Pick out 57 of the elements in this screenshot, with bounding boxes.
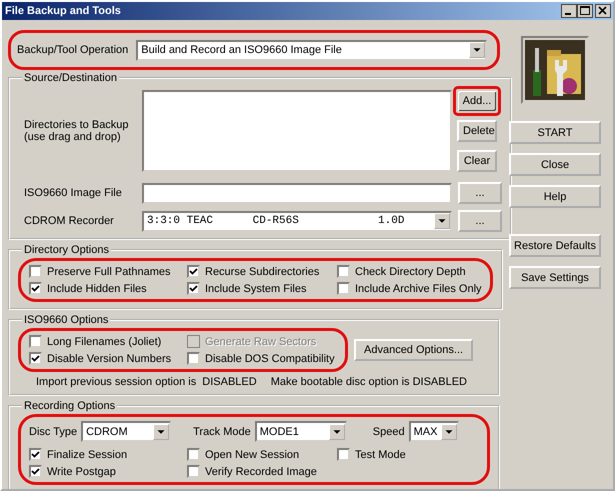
operation-label: Backup/Tool Operation — [17, 44, 128, 56]
field-label: Track Mode — [193, 426, 251, 438]
checkbox-label[interactable]: Test Mode — [355, 448, 406, 460]
checkmark-icon — [31, 284, 40, 293]
dropdown[interactable]: MAX — [408, 421, 459, 442]
advanced-options-button[interactable]: Advanced Options... — [354, 339, 474, 361]
tools-icon — [521, 36, 589, 104]
status-text: Make bootable disc option is DISABLED — [270, 376, 467, 388]
status-text: Import previous session option is DISABLED — [36, 376, 257, 388]
window-title: File Backup and Tools — [5, 5, 121, 17]
maximize-icon[interactable] — [577, 4, 593, 18]
side-button[interactable]: Close — [509, 153, 601, 176]
group-title: Recording Options — [23, 400, 116, 412]
checkbox-label[interactable]: Recurse Subdirectories — [205, 266, 320, 278]
checkbox-label[interactable]: Disable DOS Compatibility — [205, 352, 335, 364]
group-title: ISO9660 Options — [23, 314, 110, 326]
minimize-icon[interactable] — [561, 4, 577, 18]
recorder-dropdown[interactable]: 3:3:0 TEAC CD-R56S 1.0D — [142, 210, 452, 232]
group-title: Directory Options — [23, 244, 110, 256]
side-button[interactable]: Save Settings — [509, 266, 601, 289]
checkmark-icon — [31, 354, 40, 363]
dropdown-arrow-icon[interactable] — [440, 424, 457, 440]
checkbox-label[interactable]: Verify Recorded Image — [205, 466, 317, 478]
dropdown-arrow-icon[interactable] — [153, 424, 170, 440]
dropdown[interactable]: MODE1 — [254, 421, 347, 442]
browse-button[interactable]: ... — [458, 182, 502, 204]
checkbox-label[interactable]: Include System Files — [205, 282, 306, 294]
directories-label: Directories to Backup (use drag and drop) — [23, 119, 130, 143]
dropdown-arrow-icon[interactable] — [434, 213, 450, 229]
dropdown-arrow-icon[interactable] — [469, 42, 485, 58]
list-button[interactable]: Clear — [457, 150, 497, 172]
checkbox-label[interactable]: Long Filenames (Joliet) — [47, 336, 162, 348]
side-button[interactable]: Help — [509, 185, 601, 208]
checkbox-label[interactable]: Check Directory Depth — [355, 266, 466, 278]
checkbox-label[interactable]: Open New Session — [205, 448, 300, 460]
list-button[interactable]: Delete — [457, 120, 497, 142]
side-button[interactable]: Restore Defaults — [509, 234, 601, 257]
checkbox-label[interactable]: Disable Version Numbers — [47, 352, 172, 364]
dropdown[interactable]: CDROM — [81, 421, 172, 442]
side-button[interactable]: START — [509, 121, 601, 144]
field-label: Disc Type — [29, 426, 78, 438]
checkbox-label[interactable]: Write Postgap — [47, 466, 116, 478]
operation-dropdown[interactable]: Build and Record an ISO9660 Image File — [136, 40, 487, 60]
dropdown-arrow-icon[interactable] — [328, 424, 345, 440]
checkbox-label[interactable]: Include Archive Files Only — [355, 282, 482, 294]
checkbox-label[interactable]: Finalize Session — [47, 448, 128, 460]
checkbox-label[interactable]: Preserve Full Pathnames — [47, 266, 170, 278]
directories-list[interactable] — [142, 90, 452, 172]
browse-button[interactable]: ... — [458, 210, 502, 232]
group-title: Source/Destination — [23, 72, 118, 84]
image-file-label: ISO9660 Image File — [23, 187, 123, 199]
list-button[interactable]: Add... — [453, 86, 501, 116]
field-label: Speed — [372, 426, 405, 438]
close-icon[interactable] — [595, 4, 611, 18]
checkbox-label[interactable]: Include Hidden Files — [47, 282, 147, 294]
recorder-label: CDROM Recorder — [23, 215, 115, 227]
image-file-field[interactable] — [142, 182, 452, 204]
